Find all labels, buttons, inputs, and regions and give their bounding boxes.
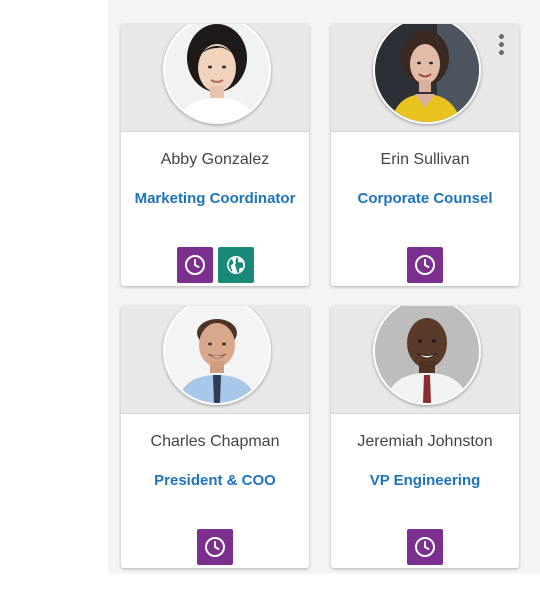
clock-icon [415, 255, 435, 275]
contact-card-erin-sullivan[interactable]: Erin Sullivan Corporate Counsel [331, 24, 519, 286]
contact-name: Erin Sullivan [380, 151, 470, 168]
globe-icon [226, 256, 245, 274]
contact-name: Jeremiah Johnston [357, 433, 493, 450]
contact-title-link[interactable]: Corporate Counsel [331, 190, 519, 207]
card-actions [331, 529, 519, 565]
contact-name: Charles Chapman [150, 433, 280, 450]
clock-icon [415, 537, 435, 557]
contact-card-abby-gonzalez[interactable]: Abby Gonzalez Marketing Coordinator [121, 24, 309, 286]
contact-title-link[interactable]: Marketing Coordinator [121, 190, 309, 207]
card-actions [121, 529, 309, 565]
clock-button[interactable] [176, 247, 213, 283]
card-actions [331, 247, 519, 283]
clock-icon [184, 255, 205, 275]
contact-card-charles-chapman[interactable]: Charles Chapman President & COO [121, 306, 309, 568]
more-vertical-icon[interactable] [499, 34, 505, 55]
card-actions [121, 247, 309, 283]
globe-button[interactable] [217, 247, 254, 283]
contact-name: Abby Gonzalez [160, 151, 270, 168]
contact-card-jeremiah-johnston[interactable]: Jeremiah Johnston VP Engineering [331, 306, 519, 568]
clock-button[interactable] [407, 247, 443, 283]
contact-title-link[interactable]: VP Engineering [331, 472, 519, 489]
contact-title-link[interactable]: President & COO [121, 472, 309, 489]
clock-icon [205, 537, 225, 557]
clock-button[interactable] [197, 529, 233, 565]
clock-button[interactable] [407, 529, 443, 565]
